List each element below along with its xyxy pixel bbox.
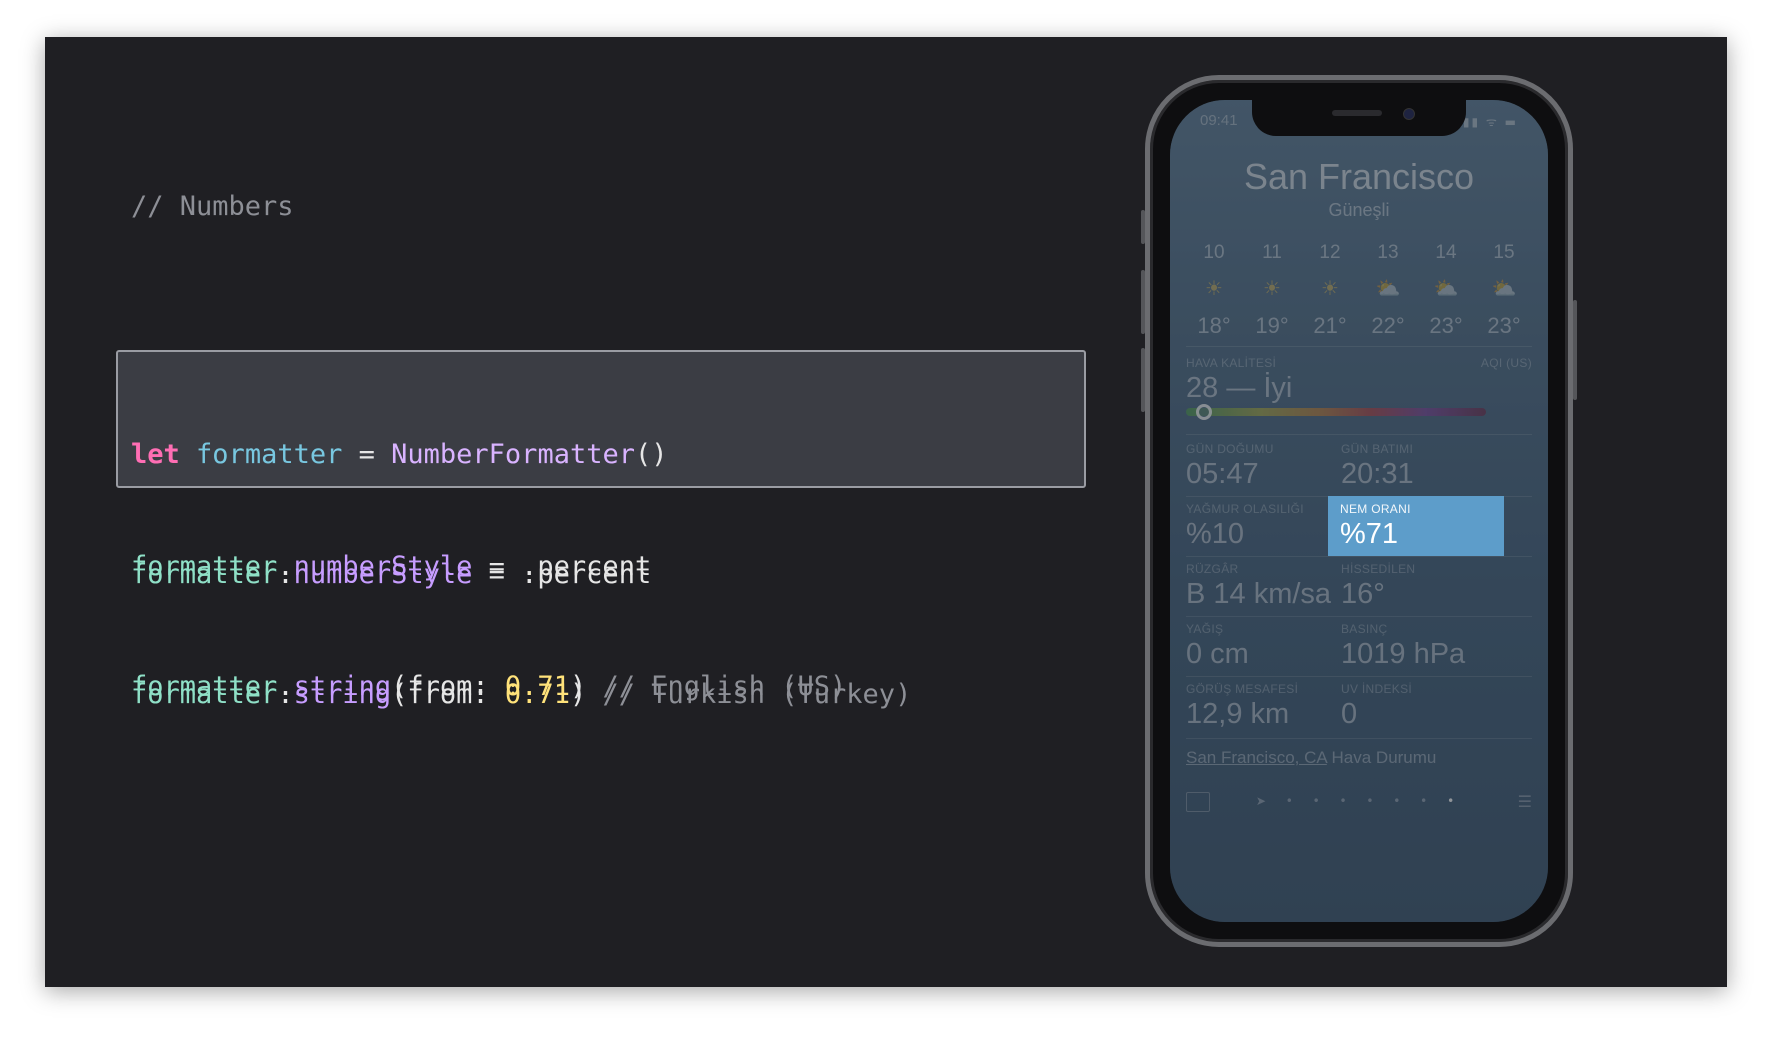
volume-up-button bbox=[1141, 270, 1145, 334]
camera-icon bbox=[1403, 108, 1415, 120]
detail-value: %71 bbox=[1340, 518, 1399, 550]
let-keyword: let bbox=[131, 439, 180, 470]
dot: . bbox=[277, 679, 294, 710]
object-ref: formatter bbox=[131, 559, 278, 590]
notch bbox=[1252, 100, 1466, 136]
volume-down-button bbox=[1141, 348, 1145, 412]
call-close: ) bbox=[569, 679, 603, 710]
code-block-2: let formatter = NumberFormatter() format… bbox=[131, 355, 911, 795]
type-name: NumberFormatter bbox=[391, 439, 635, 470]
humidity-highlight: NEM ORANI %71 bbox=[1328, 496, 1504, 556]
detail-label: NEM ORANI bbox=[1340, 502, 1411, 516]
slide: // Numbers let formatter = NumberFormatt… bbox=[45, 37, 1727, 987]
call-open: (from: bbox=[391, 679, 505, 710]
side-button bbox=[1573, 300, 1577, 400]
speaker bbox=[1332, 110, 1382, 116]
assign-op: = bbox=[342, 439, 392, 470]
number-literal: 0.71 bbox=[504, 679, 570, 710]
phone-screen: 09:41 ▮▮ ᯤ ▬ San Francisco Güneşli 10 ☀ … bbox=[1170, 100, 1548, 922]
silent-switch bbox=[1141, 210, 1145, 244]
dot: . bbox=[277, 559, 294, 590]
assignment-rest: = .percent bbox=[472, 559, 652, 590]
numbers-comment: // Numbers bbox=[131, 191, 294, 222]
method-name: string bbox=[293, 679, 392, 710]
phone-mockup: 09:41 ▮▮ ᯤ ▬ San Francisco Güneşli 10 ☀ … bbox=[1141, 75, 1577, 947]
locale-comment: // Turkish (Turkey) bbox=[602, 679, 912, 710]
formatter-var: formatter bbox=[196, 439, 343, 470]
object-ref: formatter bbox=[131, 679, 278, 710]
property-name: numberStyle bbox=[293, 559, 473, 590]
parens: () bbox=[634, 439, 668, 470]
